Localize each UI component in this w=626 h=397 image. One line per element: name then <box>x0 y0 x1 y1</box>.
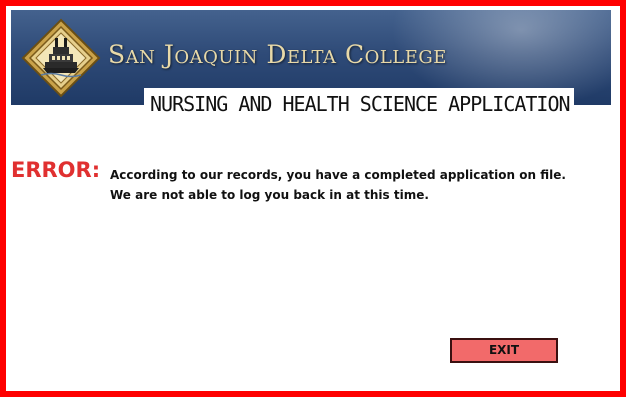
exit-button[interactable]: EXIT <box>450 338 558 363</box>
college-name: San Joaquin Delta College <box>108 40 447 69</box>
error-label: ERROR: <box>11 158 101 182</box>
application-title: NURSING AND HEALTH SCIENCE APPLICATION <box>144 88 574 118</box>
error-message-line-1: According to our records, you have a com… <box>110 168 566 182</box>
error-message-line-2: We are not able to log you back in at th… <box>110 188 429 202</box>
college-seal-icon <box>21 18 101 98</box>
error-message: According to our records, you have a com… <box>110 165 566 205</box>
app-window: San Joaquin Delta College NURSING AND HE… <box>0 0 626 397</box>
